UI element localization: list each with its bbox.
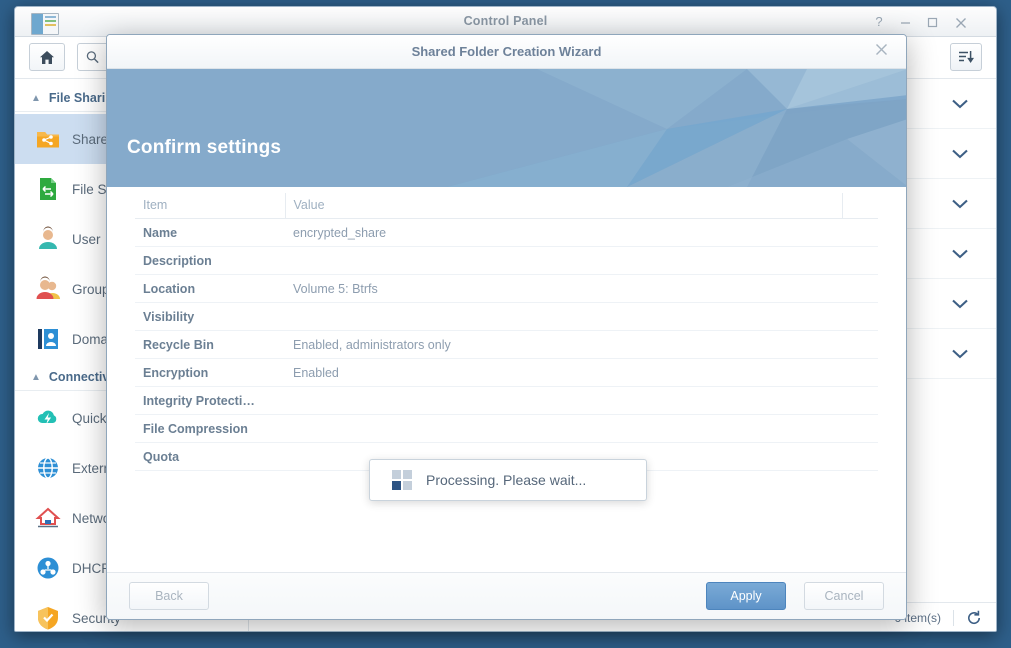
status-divider (953, 609, 954, 626)
home-icon (40, 50, 54, 64)
wizard-content: Item Value Name encrypted_share Descript… (107, 187, 906, 572)
setting-key: Integrity Protecti… (135, 386, 285, 415)
setting-key: Visibility (135, 302, 285, 331)
page-title: Control Panel (463, 14, 548, 28)
cancel-button[interactable]: Cancel (804, 582, 884, 610)
wizard-titlebar[interactable]: Shared Folder Creation Wizard (107, 35, 906, 69)
apply-button[interactable]: Apply (706, 582, 786, 610)
chevron-down-icon[interactable] (952, 346, 968, 364)
wizard-banner: Confirm settings (107, 69, 906, 187)
table-row: File Compression (135, 414, 878, 443)
setting-value: Enabled (285, 358, 842, 387)
column-header-extra (841, 193, 878, 219)
chevron-down-icon[interactable] (952, 96, 968, 114)
group-icon (35, 276, 61, 302)
security-icon (35, 605, 61, 631)
setting-key: Quota (135, 442, 285, 471)
shared-folder-icon (35, 126, 61, 152)
spinner-square (392, 470, 401, 479)
setting-key: Description (135, 246, 285, 275)
desktop-background: Control Panel ? Search ▲ File Sharing Sh… (0, 0, 1011, 648)
close-icon[interactable] (950, 11, 972, 33)
sort-descending-button[interactable] (950, 43, 982, 71)
setting-key: Encryption (135, 358, 285, 387)
banner-polygon-pattern (107, 69, 906, 187)
setting-key: Location (135, 274, 285, 303)
setting-extra (842, 274, 878, 303)
chevron-up-icon: ▲ (31, 371, 41, 383)
setting-value (285, 414, 842, 443)
user-icon (35, 226, 61, 252)
setting-value: Volume 5: Btrfs (285, 274, 842, 303)
setting-extra (842, 330, 878, 359)
file-services-icon (35, 176, 61, 202)
table-row: Description (135, 246, 878, 275)
setting-extra (842, 218, 878, 247)
spinner-square (403, 481, 412, 490)
chevron-down-icon[interactable] (952, 246, 968, 264)
table-row: Name encrypted_share (135, 218, 878, 247)
setting-extra (842, 246, 878, 275)
column-header-value: Value (284, 193, 842, 219)
setting-extra (842, 358, 878, 387)
setting-value: encrypted_share (285, 218, 842, 247)
sidebar-item-label: Group (72, 281, 110, 297)
table-row: Location Volume 5: Btrfs (135, 274, 878, 303)
setting-extra (842, 442, 878, 471)
chevron-down-icon[interactable] (952, 296, 968, 314)
home-button[interactable] (29, 43, 65, 71)
help-icon[interactable]: ? (868, 11, 890, 33)
chevron-up-icon: ▲ (31, 92, 41, 104)
setting-value (285, 302, 842, 331)
wizard-heading: Confirm settings (127, 137, 282, 158)
close-icon[interactable] (872, 43, 890, 61)
settings-summary-table: Item Value Name encrypted_share Descript… (135, 193, 878, 471)
setting-extra (842, 302, 878, 331)
loading-squares-icon (392, 470, 412, 490)
setting-value (285, 246, 842, 275)
setting-key: Name (135, 218, 285, 247)
sort-descending-icon (959, 51, 974, 63)
setting-extra (842, 386, 878, 415)
external-access-icon (35, 455, 61, 481)
search-icon (86, 51, 99, 64)
window-titlebar[interactable]: Control Panel ? (15, 7, 996, 37)
chevron-down-icon[interactable] (952, 146, 968, 164)
dhcp-server-icon (35, 555, 61, 581)
processing-message: Processing. Please wait... (426, 472, 587, 488)
wizard-title: Shared Folder Creation Wizard (411, 44, 602, 59)
quickconnect-icon (35, 405, 61, 431)
network-icon (35, 505, 61, 531)
setting-extra (842, 414, 878, 443)
sidebar-item-label: User (72, 231, 101, 247)
refresh-button[interactable] (966, 610, 982, 626)
maximize-icon[interactable] (921, 11, 943, 33)
processing-toast: Processing. Please wait... (369, 459, 647, 501)
back-button[interactable]: Back (129, 582, 209, 610)
domain-ldap-icon (35, 326, 61, 352)
table-row: Encryption Enabled (135, 358, 878, 387)
setting-key: Recycle Bin (135, 330, 285, 359)
table-row: Recycle Bin Enabled, administrators only (135, 330, 878, 359)
table-header-row: Item Value (135, 193, 878, 219)
shared-folder-creation-wizard-dialog: Shared Folder Creation Wizard Confirm se… (106, 34, 907, 620)
spinner-square (403, 470, 412, 479)
wizard-footer: Back Apply Cancel (107, 572, 906, 619)
setting-value: Enabled, administrators only (285, 330, 842, 359)
spinner-square-active (392, 481, 401, 490)
table-row: Visibility (135, 302, 878, 331)
setting-value (285, 386, 842, 415)
table-row: Integrity Protecti… (135, 386, 878, 415)
setting-key: File Compression (135, 414, 285, 443)
chevron-down-icon[interactable] (952, 196, 968, 214)
refresh-icon (968, 610, 981, 624)
minimize-icon[interactable] (894, 11, 916, 33)
column-header-item: Item (135, 193, 285, 219)
